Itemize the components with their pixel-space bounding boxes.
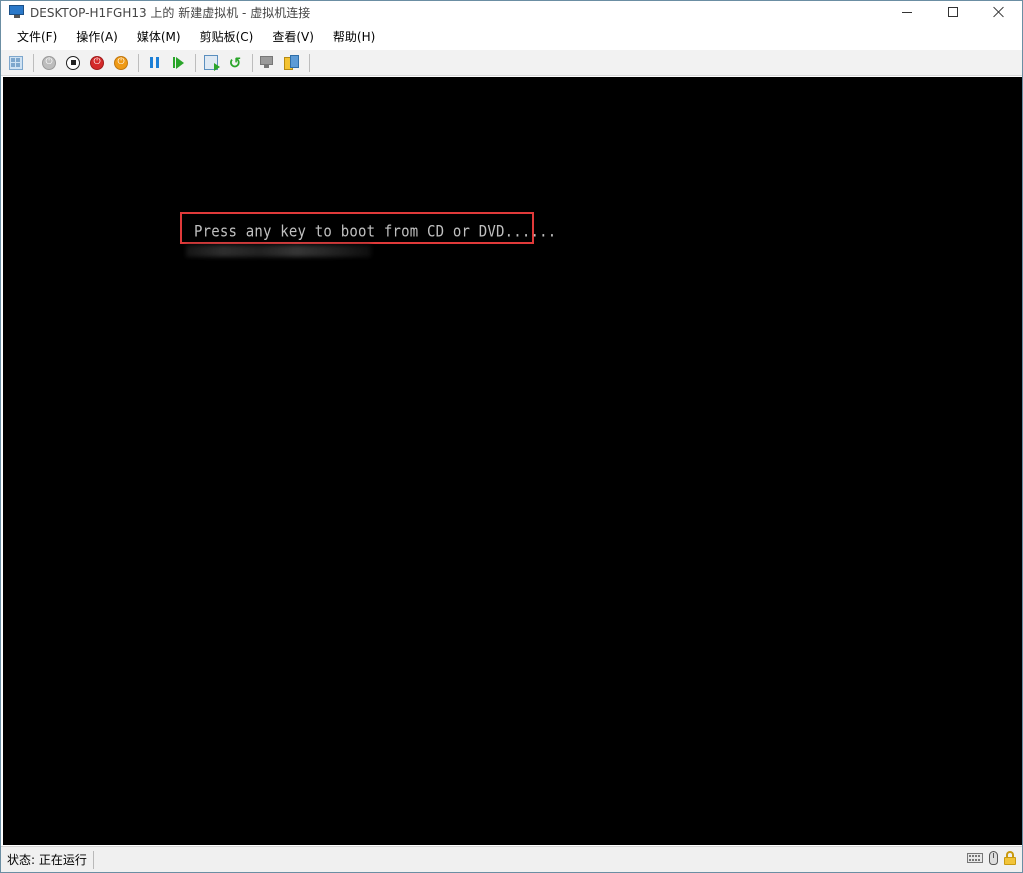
resume-button[interactable] [168,53,188,73]
mouse-icon [989,851,998,865]
revert-button[interactable]: ↺ [225,53,245,73]
enhanced-session-button[interactable] [258,53,278,73]
blurred-text-line [186,245,371,257]
menu-action[interactable]: 操作(A) [70,25,124,49]
title-bar[interactable]: DESKTOP-H1FGH13 上的 新建虚拟机 - 虚拟机连接 [1,1,1022,23]
keyboard-icon [967,853,983,863]
menu-view[interactable]: 查看(V) [266,25,320,49]
shut-down-icon: ⏻ [90,55,104,70]
toolbar: ⏻ ⏻ ⏻ ↺ [1,50,1022,76]
maximize-icon [948,7,958,17]
share-icon [284,54,300,71]
toolbar-separator [309,53,310,72]
checkpoint-icon [204,55,220,71]
status-separator [92,850,94,869]
revert-icon: ↺ [228,53,242,72]
vm-monitor-icon [9,5,25,19]
enhanced-session-icon [260,55,276,70]
pause-button[interactable] [144,53,164,73]
toolbar-separator [195,53,196,72]
start-icon: ⏻ [42,55,56,70]
start-button[interactable]: ⏻ [39,53,59,73]
vm-console-screen[interactable]: Press any key to boot from CD or DVD....… [3,77,1022,845]
lock-icon [1004,851,1016,865]
turn-off-button[interactable] [63,53,83,73]
turn-off-icon [66,55,80,70]
minimize-icon [902,11,912,13]
boot-message: Press any key to boot from CD or DVD....… [194,223,557,241]
save-state-icon: ⏻ [114,55,128,70]
ctrl-alt-del-icon [9,55,23,70]
toolbar-separator [138,53,139,72]
menu-help[interactable]: 帮助(H) [327,25,381,49]
toolbar-separator [33,53,34,72]
share-button[interactable] [282,53,302,73]
minimize-button[interactable] [884,1,930,23]
maximize-button[interactable] [930,1,976,23]
close-icon [993,6,1005,18]
status-bar: 状态: 正在运行 [1,846,1022,872]
status-icons [967,851,1016,865]
resume-icon [172,56,184,69]
checkpoint-button[interactable] [201,53,221,73]
menu-media[interactable]: 媒体(M) [131,25,187,49]
menu-file[interactable]: 文件(F) [11,25,63,49]
ctrl-alt-del-button[interactable] [6,53,26,73]
save-state-button[interactable]: ⏻ [111,53,131,73]
vm-connection-window: DESKTOP-H1FGH13 上的 新建虚拟机 - 虚拟机连接 文件(F) 操… [0,0,1023,873]
window-title: DESKTOP-H1FGH13 上的 新建虚拟机 - 虚拟机连接 [30,5,311,20]
menu-clipboard[interactable]: 剪贴板(C) [194,25,260,49]
pause-icon [149,57,159,68]
status-text: 状态: 正在运行 [7,853,87,867]
window-controls [884,1,1022,23]
shut-down-button[interactable]: ⏻ [87,53,107,73]
toolbar-separator [252,53,253,72]
menu-bar: 文件(F) 操作(A) 媒体(M) 剪贴板(C) 查看(V) 帮助(H) [1,25,1022,49]
close-button[interactable] [976,1,1022,23]
